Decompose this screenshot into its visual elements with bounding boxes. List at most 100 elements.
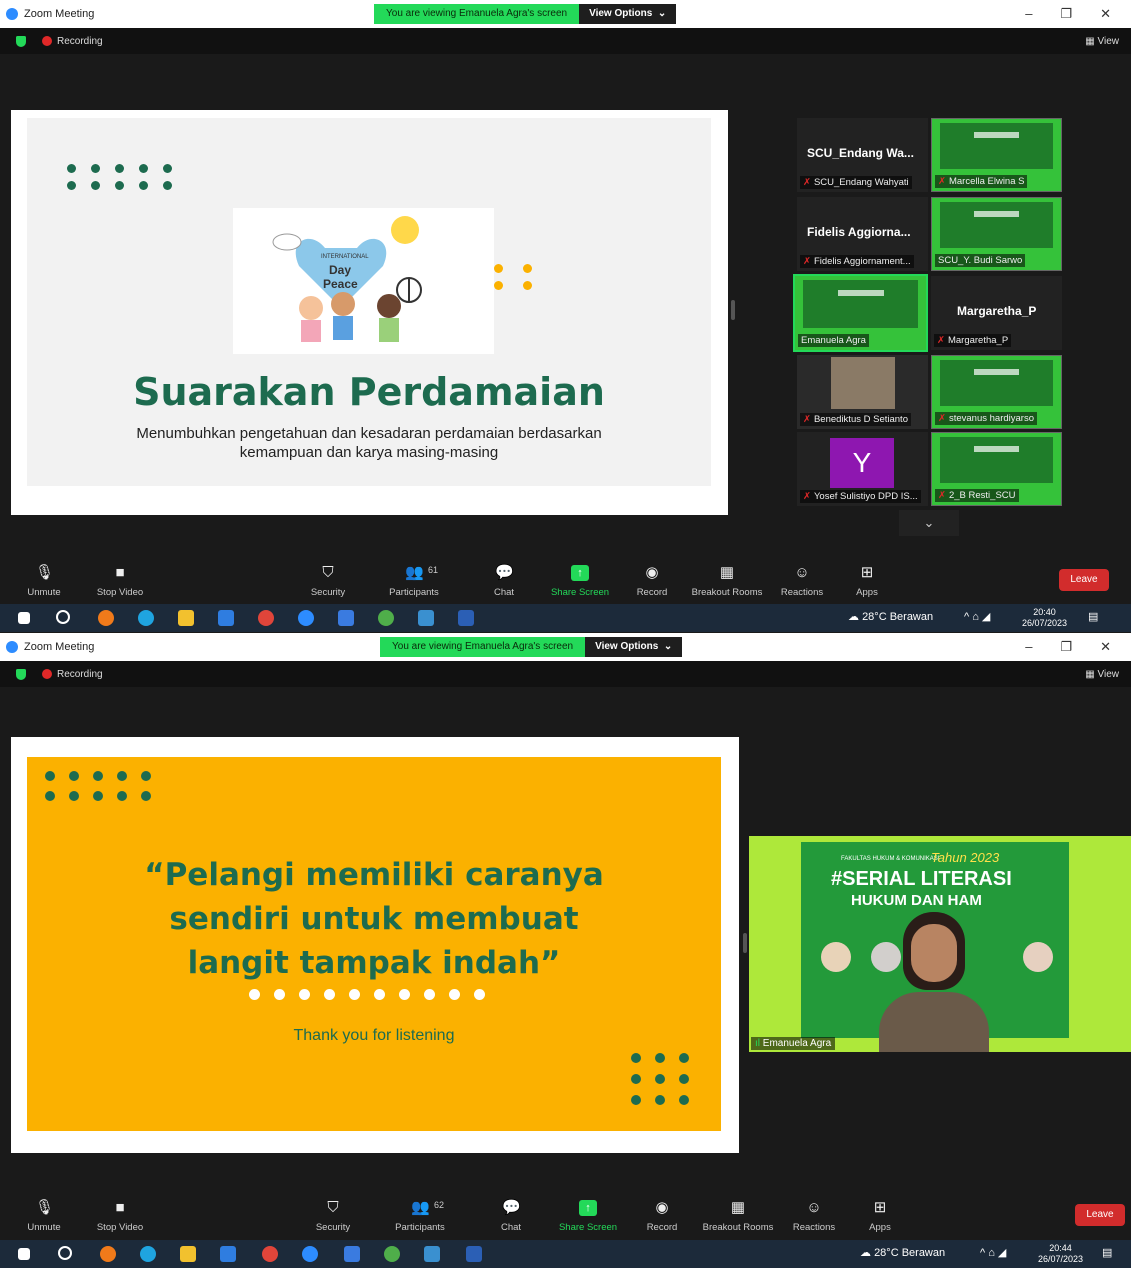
stop-video-button[interactable]: ■ Stop Video (85, 565, 155, 599)
chrome-icon[interactable] (262, 1246, 278, 1262)
windows-start-icon[interactable] (18, 1248, 30, 1260)
view-button[interactable]: ▦ View (1085, 36, 1119, 47)
leave-button[interactable]: Leave (1059, 569, 1109, 591)
peace-day-illustration: INTERNATIONAL Day Peace (233, 208, 494, 354)
viewing-banner-text: You are viewing Emanuela Agra's screen (380, 637, 586, 657)
apps-button[interactable]: ⊞ Apps (832, 564, 902, 599)
notifications-icon[interactable]: ▤ (1102, 1246, 1112, 1259)
reactions-button[interactable]: ☺ Reactions (779, 1200, 849, 1234)
mic-muted-icon: ✗ (803, 256, 811, 267)
system-tray-icons[interactable]: ^ ⌂ ◢ (964, 610, 990, 623)
mail-icon[interactable] (220, 1246, 236, 1262)
share-screen-button[interactable]: ↑ Share Screen (553, 1200, 623, 1233)
close-icon[interactable]: ✕ (1100, 6, 1111, 22)
chat-button[interactable]: 💬 Chat (469, 565, 539, 599)
notifications-icon[interactable]: ▤ (1088, 610, 1098, 623)
slide-subtitle: Menumbuhkan pengetahuan dan kesadaran pe… (27, 424, 711, 462)
search-icon[interactable] (58, 1246, 72, 1260)
chat-label: Chat (500, 1222, 522, 1233)
participant-tile[interactable]: ✗ Marcella Elwina S (931, 118, 1062, 192)
gallery-next-page-button[interactable]: ⌄ (899, 510, 959, 536)
view-options-button[interactable]: View Options ⌄ (579, 4, 677, 24)
view-options-label: View Options (595, 641, 659, 652)
participants-button[interactable]: 👥 Participants (379, 565, 449, 599)
splitter-handle[interactable] (743, 933, 747, 953)
participant-label-text: Fidelis Aggiornament... (813, 256, 911, 267)
participant-tile[interactable]: Margaretha_P ✗ Margaretha_P (931, 276, 1062, 350)
chrome-alt-icon[interactable] (378, 610, 394, 626)
word-icon[interactable] (466, 1246, 482, 1262)
window-title: Zoom Meeting (24, 641, 95, 653)
participant-tile[interactable]: ✗ Benediktus D Setianto (797, 355, 928, 429)
leave-button[interactable]: Leave (1075, 1204, 1125, 1226)
chrome-alt-icon[interactable] (384, 1246, 400, 1262)
zoom-taskbar-icon[interactable] (298, 610, 314, 626)
splitter-handle[interactable] (731, 300, 735, 320)
taskbar-clock[interactable]: 20:40 26/07/2023 (1022, 607, 1067, 629)
firefox-icon[interactable] (100, 1246, 116, 1262)
firefox-icon[interactable] (98, 610, 114, 626)
apps-icon: ⊞ (860, 564, 874, 581)
photos-icon[interactable] (424, 1246, 440, 1262)
close-icon[interactable]: ✕ (1100, 639, 1111, 655)
slide-quote-line3: langit tampak indah” (187, 945, 561, 981)
zoom-taskbar-icon[interactable] (302, 1246, 318, 1262)
file-explorer-icon[interactable] (180, 1246, 196, 1262)
viewing-banner-text: You are viewing Emanuela Agra's screen (374, 4, 580, 24)
weather-text: 28°C Berawan (862, 611, 934, 623)
shield-icon[interactable] (16, 669, 26, 680)
participant-tile[interactable]: ✗ 2_B Resti_SCU (931, 432, 1062, 506)
apps-button[interactable]: ⊞ Apps (845, 1200, 915, 1234)
reactions-button[interactable]: ☺ Reactions (767, 565, 837, 599)
minimize-icon[interactable]: – (1025, 6, 1032, 22)
photos-icon[interactable] (418, 610, 434, 626)
security-button[interactable]: ⛉ Security (293, 565, 363, 599)
file-explorer-icon[interactable] (178, 610, 194, 626)
speaker-video-tile[interactable]: FAKULTAS HUKUM & KOMUNIKASI Tahun 2023 #… (749, 836, 1131, 1052)
unmute-button[interactable]: 🎙 Unmute (9, 565, 79, 599)
system-tray-icons[interactable]: ^ ⌂ ◢ (980, 1246, 1006, 1259)
edge-icon[interactable] (138, 610, 154, 626)
store-icon[interactable] (344, 1246, 360, 1262)
search-icon[interactable] (56, 610, 70, 624)
unmute-button[interactable]: 🎙 Unmute (9, 1200, 79, 1234)
windows-start-icon[interactable] (18, 612, 30, 624)
share-screen-label: Share Screen (550, 587, 610, 598)
chrome-icon[interactable] (258, 610, 274, 626)
shared-screen: INTERNATIONAL Day Peace Suarakan Perdama… (11, 110, 728, 515)
record-button[interactable]: ◉ Record (617, 565, 687, 599)
shield-icon[interactable] (16, 36, 26, 47)
record-button[interactable]: ◉ Record (627, 1200, 697, 1234)
word-icon[interactable] (458, 610, 474, 626)
participant-label: ✗ Yosef Sulistiyo DPD IS... (800, 490, 921, 503)
participant-tile-active-speaker[interactable]: Emanuela Agra (793, 274, 928, 352)
view-options-button[interactable]: View Options ⌄ (585, 637, 683, 657)
minimize-icon[interactable]: – (1025, 639, 1032, 655)
chat-button[interactable]: 💬 Chat (476, 1200, 546, 1234)
restore-icon[interactable]: ❐ (1060, 639, 1072, 655)
mail-icon[interactable] (218, 610, 234, 626)
edge-icon[interactable] (140, 1246, 156, 1262)
view-button[interactable]: ▦ View (1085, 669, 1119, 680)
weather-widget[interactable]: ☁ 28°C Berawan (860, 1246, 945, 1259)
participant-tile[interactable]: ✗ stevanus hardiyarso (931, 355, 1062, 429)
participant-tile[interactable]: SCU_Endang Wa... ✗ SCU_Endang Wahyati (797, 118, 928, 192)
breakout-rooms-button[interactable]: ▦ Breakout Rooms (687, 565, 767, 599)
participants-button[interactable]: 👥 Participants (385, 1200, 455, 1234)
participant-label-text: Yosef Sulistiyo DPD IS... (813, 491, 918, 502)
participant-tile[interactable]: SCU_Y. Budi Sarwo (931, 197, 1062, 271)
mic-muted-icon: ✗ (803, 414, 811, 425)
store-icon[interactable] (338, 610, 354, 626)
security-button[interactable]: ⛉ Security (298, 1200, 368, 1234)
participant-tile[interactable]: Y ✗ Yosef Sulistiyo DPD IS... (797, 432, 928, 506)
taskbar-clock[interactable]: 20:44 26/07/2023 (1038, 1243, 1083, 1265)
participant-tile[interactable]: Fidelis Aggiorna... ✗ Fidelis Aggiornamen… (797, 197, 928, 271)
weather-widget[interactable]: ☁ 28°C Berawan (848, 610, 933, 623)
participant-name-big: Fidelis Aggiorna... (807, 225, 911, 239)
slide-quote-line1: “Pelangi memiliki caranya (144, 857, 604, 893)
signal-strength-icon: ıl (755, 1038, 760, 1049)
breakout-rooms-button[interactable]: ▦ Breakout Rooms (698, 1200, 778, 1234)
restore-icon[interactable]: ❐ (1060, 6, 1072, 22)
stop-video-button[interactable]: ■ Stop Video (85, 1200, 155, 1234)
share-screen-button[interactable]: ↑ Share Screen (545, 565, 615, 598)
